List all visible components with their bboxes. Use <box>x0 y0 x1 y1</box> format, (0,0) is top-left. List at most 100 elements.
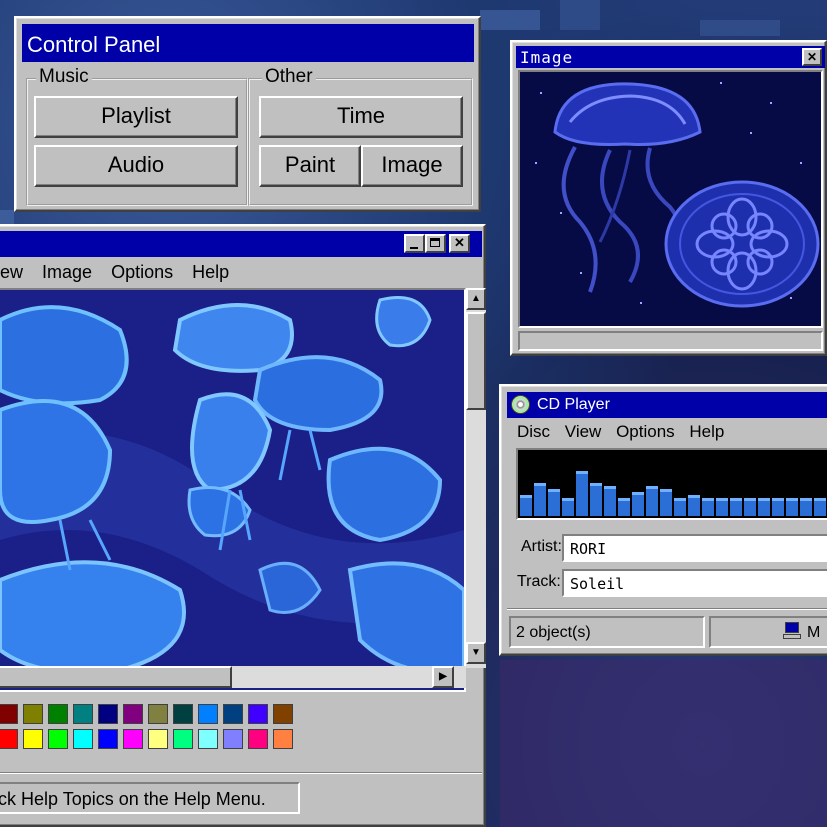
track-field[interactable]: Soleil <box>562 569 827 597</box>
color-swatch[interactable] <box>248 729 268 749</box>
artist-label: Artist: <box>521 538 562 555</box>
color-swatch[interactable] <box>198 729 218 749</box>
equalizer-bar <box>674 498 686 516</box>
equalizer-bar <box>618 498 630 516</box>
audio-button[interactable]: Audio <box>34 145 238 187</box>
equalizer-bar <box>688 495 700 516</box>
jellyfish-illustration <box>535 82 820 308</box>
color-swatch[interactable] <box>48 704 68 724</box>
equalizer-bar <box>716 498 728 516</box>
color-swatch[interactable] <box>123 729 143 749</box>
color-swatch[interactable] <box>98 704 118 724</box>
color-swatch[interactable] <box>273 729 293 749</box>
time-button[interactable]: Time <box>259 96 463 138</box>
color-swatch[interactable] <box>73 704 93 724</box>
cd-statusbar-left: 2 object(s) <box>509 616 705 648</box>
status-right-text: M <box>807 624 821 641</box>
control-panel-window: Control Panel Music Other Playlist Audio… <box>14 16 481 212</box>
menu-help[interactable]: Help <box>192 262 229 282</box>
menu-options[interactable]: Options <box>111 262 173 282</box>
color-swatch[interactable] <box>248 704 268 724</box>
equalizer-display <box>516 448 827 520</box>
paint-status-text: ck Help Topics on the Help Menu. <box>0 789 266 809</box>
color-swatch[interactable] <box>98 729 118 749</box>
equalizer-bar <box>632 492 644 516</box>
close-icon[interactable]: ✕ <box>449 234 470 253</box>
scroll-right-icon[interactable]: ▶ <box>432 666 454 688</box>
image-window: Image ✕ <box>510 40 827 356</box>
jellyfish-image <box>518 70 823 328</box>
image-window-statusbar <box>518 331 823 351</box>
equalizer-bar <box>590 483 602 516</box>
equalizer-bar <box>814 498 826 516</box>
color-swatch[interactable] <box>0 729 18 749</box>
equalizer-bar <box>758 498 770 516</box>
color-swatch[interactable] <box>123 704 143 724</box>
computer-icon <box>783 622 801 639</box>
vertical-scroll-thumb[interactable] <box>466 312 486 410</box>
menu-help[interactable]: Help <box>689 422 724 441</box>
other-group-label: Other <box>262 66 316 88</box>
paint-window: ✕ iew Image Options Help <box>0 224 486 827</box>
color-swatch[interactable] <box>148 704 168 724</box>
menu-view[interactable]: iew <box>0 262 23 282</box>
color-swatch[interactable] <box>198 704 218 724</box>
equalizer-bars <box>520 450 827 518</box>
equalizer-bar <box>660 489 672 516</box>
maximize-icon[interactable] <box>425 234 446 253</box>
minimize-icon[interactable] <box>404 234 425 253</box>
equalizer-bar <box>534 483 546 516</box>
color-swatch[interactable] <box>73 729 93 749</box>
object-count: 2 object(s) <box>516 624 591 641</box>
separator <box>507 608 827 610</box>
color-swatch[interactable] <box>223 704 243 724</box>
color-swatch[interactable] <box>23 704 43 724</box>
equalizer-bar <box>744 498 756 516</box>
paint-statusbar: ck Help Topics on the Help Menu. <box>0 782 300 814</box>
color-swatch[interactable] <box>273 704 293 724</box>
artist-field[interactable]: RORI <box>562 534 827 562</box>
paint-button[interactable]: Paint <box>259 145 361 187</box>
menu-image[interactable]: Image <box>42 262 92 282</box>
equalizer-bar <box>604 486 616 516</box>
equalizer-bar <box>576 471 588 516</box>
track-label: Track: <box>517 573 561 590</box>
horizontal-scroll-thumb[interactable] <box>0 666 232 688</box>
scroll-down-icon[interactable]: ▼ <box>466 642 486 664</box>
cd-player-title: CD Player <box>537 396 610 413</box>
color-swatch[interactable] <box>223 729 243 749</box>
image-window-titlebar[interactable]: Image ✕ <box>516 46 825 68</box>
vertical-scrollbar[interactable]: ▲ ▼ <box>466 288 486 668</box>
paint-menubar: iew Image Options Help <box>0 262 243 283</box>
equalizer-bar <box>520 495 532 516</box>
menu-disc[interactable]: Disc <box>517 422 550 441</box>
color-palette <box>0 704 298 752</box>
color-swatch[interactable] <box>48 729 68 749</box>
control-panel-title: Control Panel <box>27 32 161 57</box>
equalizer-bar <box>646 486 658 516</box>
playlist-button[interactable]: Playlist <box>34 96 238 138</box>
cd-player-titlebar[interactable]: CD Player <box>507 392 827 418</box>
color-swatch[interactable] <box>0 704 18 724</box>
color-swatch[interactable] <box>148 729 168 749</box>
separator <box>0 772 482 774</box>
equalizer-bar <box>702 498 714 516</box>
color-swatch[interactable] <box>173 729 193 749</box>
control-panel-titlebar[interactable]: Control Panel <box>22 24 474 62</box>
music-group-label: Music <box>36 66 92 88</box>
scroll-up-icon[interactable]: ▲ <box>466 288 486 310</box>
paint-window-titlebar[interactable]: ✕ <box>0 231 482 257</box>
close-icon[interactable]: ✕ <box>802 48 822 66</box>
horizontal-scrollbar[interactable]: ▶ <box>0 666 466 688</box>
equalizer-bar <box>562 498 574 516</box>
menu-view[interactable]: View <box>565 422 602 441</box>
menu-options[interactable]: Options <box>616 422 675 441</box>
paint-canvas[interactable] <box>0 288 466 692</box>
equalizer-bar <box>800 498 812 516</box>
image-window-title: Image <box>520 48 574 67</box>
color-swatch[interactable] <box>173 704 193 724</box>
color-swatch[interactable] <box>23 729 43 749</box>
image-button[interactable]: Image <box>361 145 463 187</box>
cd-statusbar-right: M <box>709 616 827 648</box>
equalizer-bar <box>548 489 560 516</box>
